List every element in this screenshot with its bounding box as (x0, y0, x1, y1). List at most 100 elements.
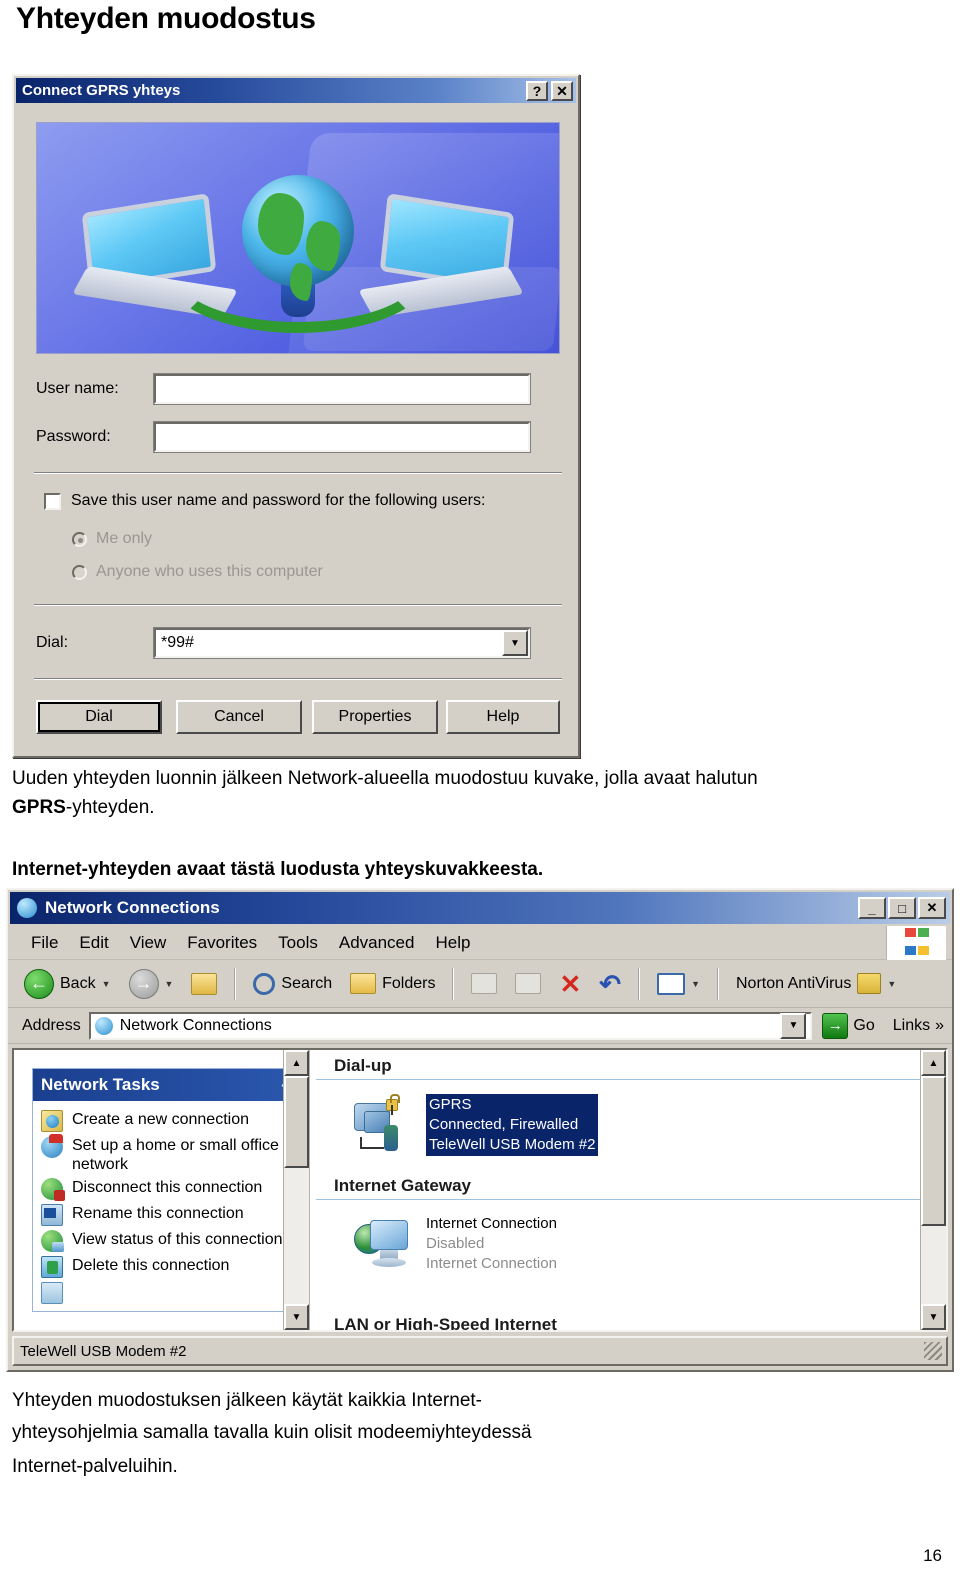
sidebar-scrollbar[interactable]: ▲ ▼ (283, 1050, 309, 1330)
delete-icon (41, 1256, 63, 1278)
sidebar-item-create-connection[interactable]: Create a new connection (39, 1108, 292, 1134)
menu-view[interactable]: View (121, 930, 176, 956)
forward-dropdown-icon[interactable]: ▼ (165, 979, 174, 989)
help-icon[interactable]: ? (526, 80, 548, 101)
dial-row: Dial: *99# ▼ (36, 627, 560, 659)
norton-label: Norton AntiVirus (736, 974, 852, 992)
content-scroll-track[interactable] (921, 1076, 946, 1304)
network-tasks-header[interactable]: Network Tasks ^ (33, 1069, 298, 1101)
search-button[interactable]: Search (247, 968, 338, 999)
norton-dropdown-icon[interactable]: ▼ (887, 979, 896, 989)
sidebar-item-rename[interactable]: Rename this connection (39, 1202, 292, 1228)
username-label: User name: (36, 380, 119, 397)
sidebar-item-label: Set up a home or small office network (72, 1137, 279, 1173)
links-button[interactable]: Links » (885, 1017, 952, 1035)
save-credentials-label: Save this user name and password for the… (71, 492, 486, 509)
new-connection-icon (41, 1110, 63, 1132)
divider-3 (34, 678, 562, 680)
dial-combo[interactable]: *99# ▼ (153, 627, 531, 659)
radio-anyone[interactable] (72, 564, 87, 580)
paragraph-three-line-two: yhteysohjelmia samalla tavalla kuin olis… (12, 1422, 532, 1443)
menu-help[interactable]: Help (426, 930, 479, 956)
password-input[interactable] (153, 421, 531, 453)
network-connections-window: Network Connections _ □ ✕ File Edit View… (6, 888, 954, 1372)
sidebar-item-partial[interactable] (39, 1280, 292, 1306)
menu-edit[interactable]: Edit (70, 930, 117, 956)
status-bar: TeleWell USB Modem #2 (12, 1336, 948, 1366)
close-window-icon[interactable]: ✕ (918, 897, 946, 919)
content-scroll-up-icon[interactable]: ▲ (921, 1050, 946, 1076)
paragraph-two: Internet-yhteyden avaat tästä luodusta y… (12, 859, 544, 880)
scroll-up-icon[interactable]: ▲ (284, 1050, 309, 1076)
sidebar-item-home-network[interactable]: Set up a home or small office network (39, 1134, 292, 1176)
norton-antivirus-button[interactable]: Norton AntiVirus ▼ (730, 970, 902, 997)
window-title: Network Connections (45, 898, 220, 917)
forward-button[interactable]: → ▼ (123, 966, 180, 1002)
folders-button[interactable]: Folders (344, 970, 441, 997)
delete-button[interactable]: ✕ (553, 970, 587, 998)
connection-name: Internet Connection (426, 1215, 557, 1232)
links-overflow-icon[interactable]: » (935, 1017, 944, 1035)
sidebar-item-delete[interactable]: Delete this connection (39, 1254, 292, 1280)
forward-arrow-icon: → (128, 968, 159, 999)
radio-me-only-row[interactable]: Me only (72, 530, 152, 548)
dial-button[interactable]: Dial (36, 700, 162, 734)
views-dropdown-icon[interactable]: ▼ (691, 979, 700, 989)
dial-value: *99# (161, 634, 194, 651)
view-status-icon (41, 1230, 64, 1252)
maximize-icon[interactable]: □ (888, 897, 916, 919)
save-credentials-row[interactable]: Save this user name and password for the… (44, 492, 485, 510)
group-header-gateway: Internet Gateway (316, 1170, 932, 1200)
views-button[interactable]: ▼ (651, 970, 706, 998)
save-credentials-checkbox[interactable] (44, 492, 61, 510)
move-to-button[interactable] (465, 970, 503, 997)
menu-favorites[interactable]: Favorites (178, 930, 266, 956)
copy-to-button[interactable] (509, 970, 547, 997)
sidebar-item-disconnect[interactable]: Disconnect this connection (39, 1176, 292, 1202)
close-icon[interactable]: ✕ (551, 80, 573, 101)
scroll-down-icon[interactable]: ▼ (284, 1304, 309, 1330)
go-label: Go (853, 1016, 875, 1034)
properties-button[interactable]: Properties (312, 700, 438, 734)
up-button[interactable] (185, 970, 223, 998)
connection-status: Connected, Firewalled (429, 1116, 579, 1133)
content-scroll-thumb[interactable] (921, 1076, 946, 1226)
back-button[interactable]: ← Back ▼ (18, 966, 117, 1002)
sidebar: Network Tasks ^ Create a new connection … (14, 1050, 310, 1330)
address-input[interactable]: Network Connections ▼ (88, 1011, 813, 1040)
undo-button[interactable]: ↶ (593, 970, 627, 998)
windows-flag-icon (886, 926, 946, 960)
connection-item-gprs[interactable]: GPRS Connected, Firewalled TeleWell USB … (310, 1080, 946, 1170)
menu-file[interactable]: File (22, 930, 67, 956)
address-dropdown-icon[interactable]: ▼ (780, 1012, 807, 1039)
paragraph-three-line-three: Internet-palveluihin. (12, 1456, 178, 1477)
undo-arrow-icon: ↶ (599, 968, 622, 999)
sidebar-scroll-thumb[interactable] (284, 1076, 309, 1168)
rename-icon (41, 1204, 63, 1226)
toolbar-separator-3 (638, 967, 641, 1000)
network-tasks-panel: Network Tasks ^ Create a new connection … (32, 1068, 299, 1312)
menu-tools[interactable]: Tools (269, 930, 327, 956)
connection-item-internet-gateway[interactable]: Internet Connection Disabled Internet Co… (310, 1200, 946, 1288)
content-scrollbar[interactable]: ▲ ▼ (920, 1050, 946, 1330)
network-globe-icon (17, 898, 37, 918)
cancel-button[interactable]: Cancel (176, 700, 302, 734)
radio-anyone-row[interactable]: Anyone who uses this computer (72, 563, 323, 581)
window-titlebar: Network Connections _ □ ✕ (10, 892, 950, 924)
menu-advanced[interactable]: Advanced (330, 930, 424, 956)
resize-grip-icon[interactable] (924, 1342, 942, 1360)
chevron-down-icon[interactable]: ▼ (502, 630, 528, 656)
sidebar-scroll-track[interactable] (284, 1076, 309, 1304)
minimize-icon[interactable]: _ (858, 897, 886, 919)
folders-icon (350, 973, 377, 994)
go-button[interactable]: → Go (812, 1012, 884, 1039)
username-input[interactable] (153, 373, 531, 405)
radio-me-only[interactable] (72, 531, 87, 547)
back-dropdown-icon[interactable]: ▼ (102, 979, 111, 989)
help-button[interactable]: Help (446, 700, 560, 734)
network-tasks-title: Network Tasks (41, 1075, 160, 1094)
partial-task-icon (41, 1282, 63, 1304)
connection-label-gprs: GPRS Connected, Firewalled TeleWell USB … (426, 1094, 599, 1156)
content-scroll-down-icon[interactable]: ▼ (921, 1304, 946, 1330)
sidebar-item-view-status[interactable]: View status of this connection (39, 1228, 292, 1254)
